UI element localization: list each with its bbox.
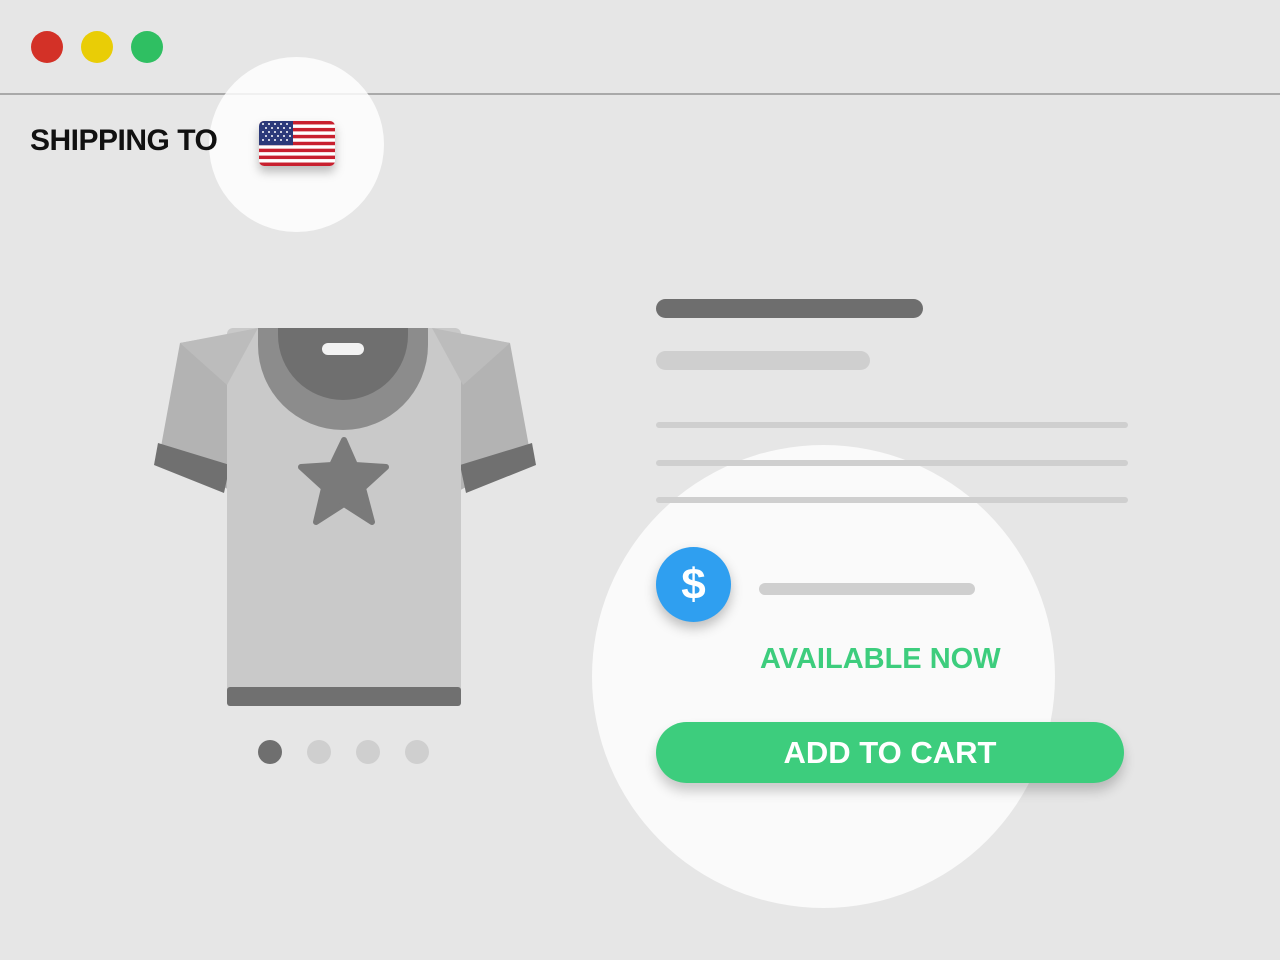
maximize-window-button[interactable] <box>131 31 163 63</box>
price-placeholder <box>759 583 975 595</box>
description-line <box>656 460 1128 466</box>
purchase-highlight <box>592 445 1055 908</box>
add-to-cart-button[interactable]: ADD TO CART <box>656 722 1124 783</box>
price-symbol: $ <box>681 559 706 609</box>
image-carousel-dots <box>258 740 429 764</box>
window-controls <box>31 31 163 63</box>
product-subtitle-placeholder <box>656 351 870 370</box>
carousel-dot[interactable] <box>307 740 331 764</box>
product-title-placeholder <box>656 299 923 318</box>
availability-status: AVAILABLE NOW <box>760 643 1001 675</box>
titlebar-divider <box>0 93 1280 95</box>
carousel-dot[interactable] <box>356 740 380 764</box>
dollar-icon: $ <box>656 547 731 622</box>
carousel-dot[interactable] <box>405 740 429 764</box>
shipping-label: SHIPPING TO <box>30 124 218 157</box>
minimize-window-button[interactable] <box>81 31 113 63</box>
close-window-button[interactable] <box>31 31 63 63</box>
description-line <box>656 422 1128 428</box>
us-flag-icon[interactable] <box>259 121 335 166</box>
carousel-dot[interactable] <box>258 740 282 764</box>
tshirt-icon <box>150 325 540 720</box>
description-line <box>656 497 1128 503</box>
